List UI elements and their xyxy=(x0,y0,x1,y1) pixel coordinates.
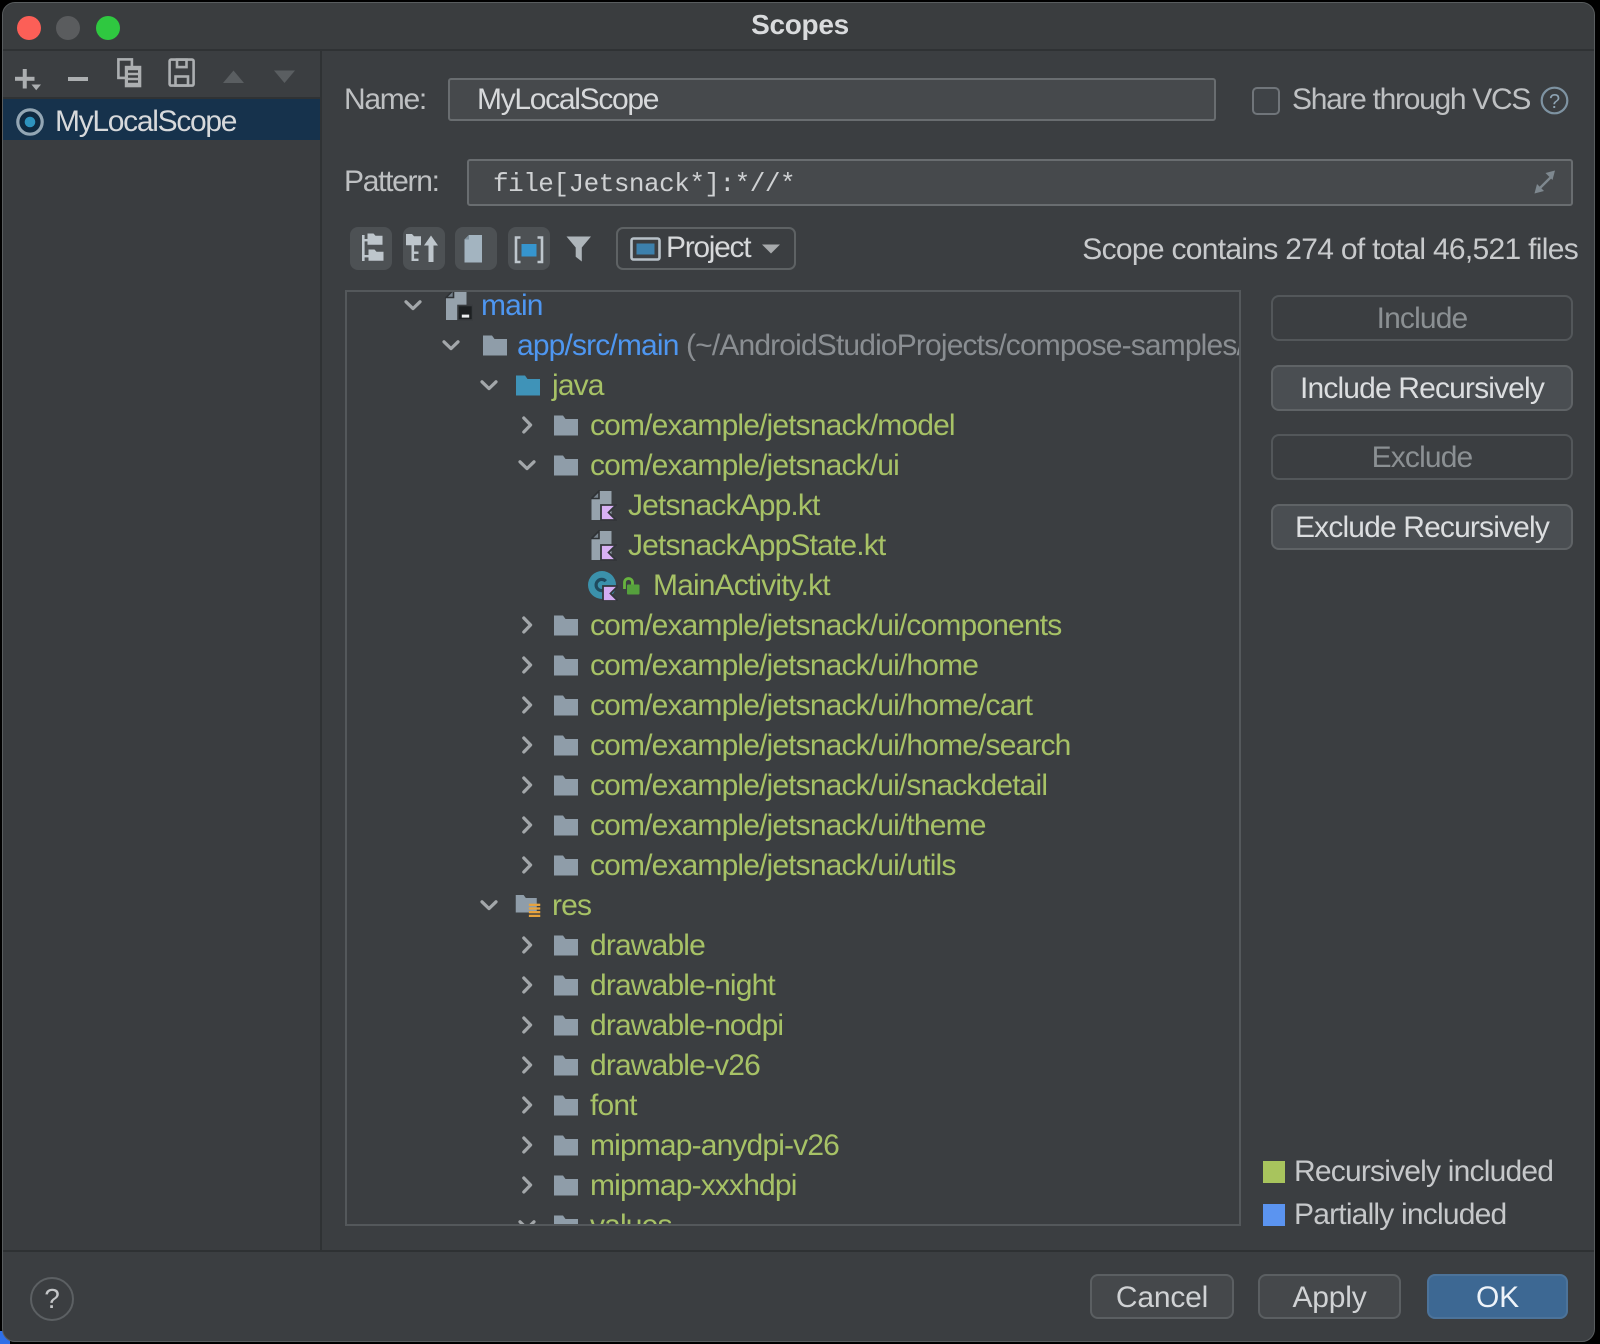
svg-text:?: ? xyxy=(1549,91,1560,113)
